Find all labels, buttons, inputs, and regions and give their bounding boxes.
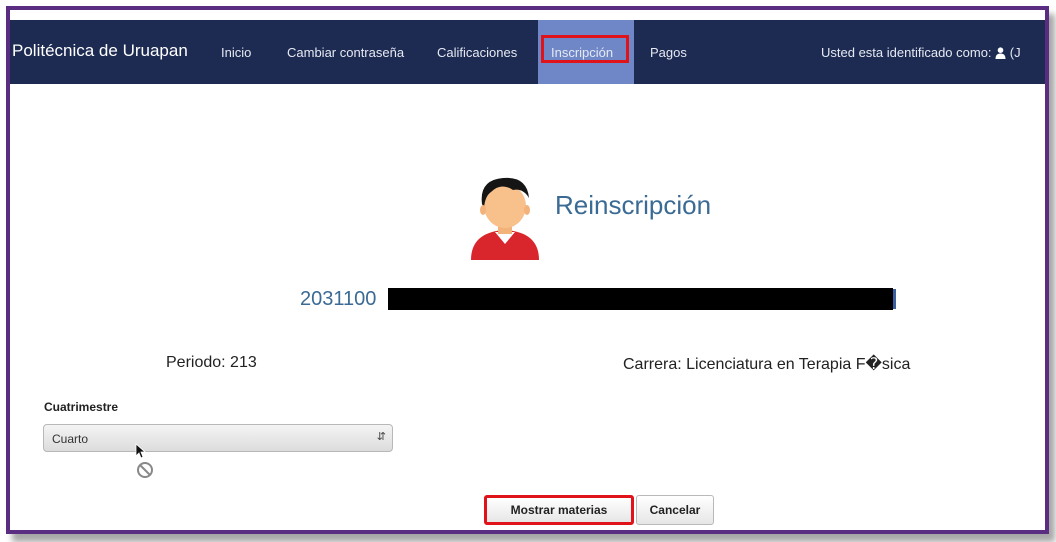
student-avatar-icon — [471, 177, 539, 260]
nav-calificaciones[interactable]: Calificaciones — [437, 45, 517, 60]
redaction-edge — [893, 289, 896, 309]
carrera-text: Carrera: Licenciatura en Terapia F�sica — [623, 356, 911, 373]
select-arrows-icon: ⇵ — [376, 431, 386, 443]
screenshot-frame: Politécnica de Uruapan Inicio Cambiar co… — [6, 6, 1049, 534]
nav-pagos[interactable]: Pagos — [650, 45, 687, 60]
cuatrimestre-value: Cuarto — [52, 432, 89, 446]
show-subjects-button[interactable]: Mostrar materias — [484, 495, 634, 525]
cuatrimestre-label: Cuatrimestre — [44, 400, 119, 414]
top-navbar: Politécnica de Uruapan Inicio Cambiar co… — [10, 20, 1045, 84]
cuatrimestre-select[interactable]: Cuarto ⇵ — [43, 424, 393, 452]
redaction-bar — [388, 288, 893, 310]
user-identification[interactable]: Usted esta identificado como: (J — [821, 45, 1021, 62]
nav-cambiar-contrasena[interactable]: Cambiar contraseña — [287, 45, 404, 60]
brand-link[interactable]: Politécnica de Uruapan — [12, 41, 188, 61]
periodo-text: Periodo: 213 — [166, 354, 257, 371]
user-ident-suffix: (J — [1009, 45, 1021, 60]
cancel-button[interactable]: Cancelar — [636, 495, 714, 525]
user-ident-label: Usted esta identificado como: — [821, 45, 992, 60]
page-title: Reinscripción — [555, 190, 712, 220]
nav-inicio[interactable]: Inicio — [221, 45, 251, 60]
highlight-box-inscripcion — [541, 35, 629, 63]
mouse-cursor-icon — [135, 443, 153, 478]
student-id: 2031100 — [300, 288, 377, 310]
user-icon — [995, 47, 1006, 62]
